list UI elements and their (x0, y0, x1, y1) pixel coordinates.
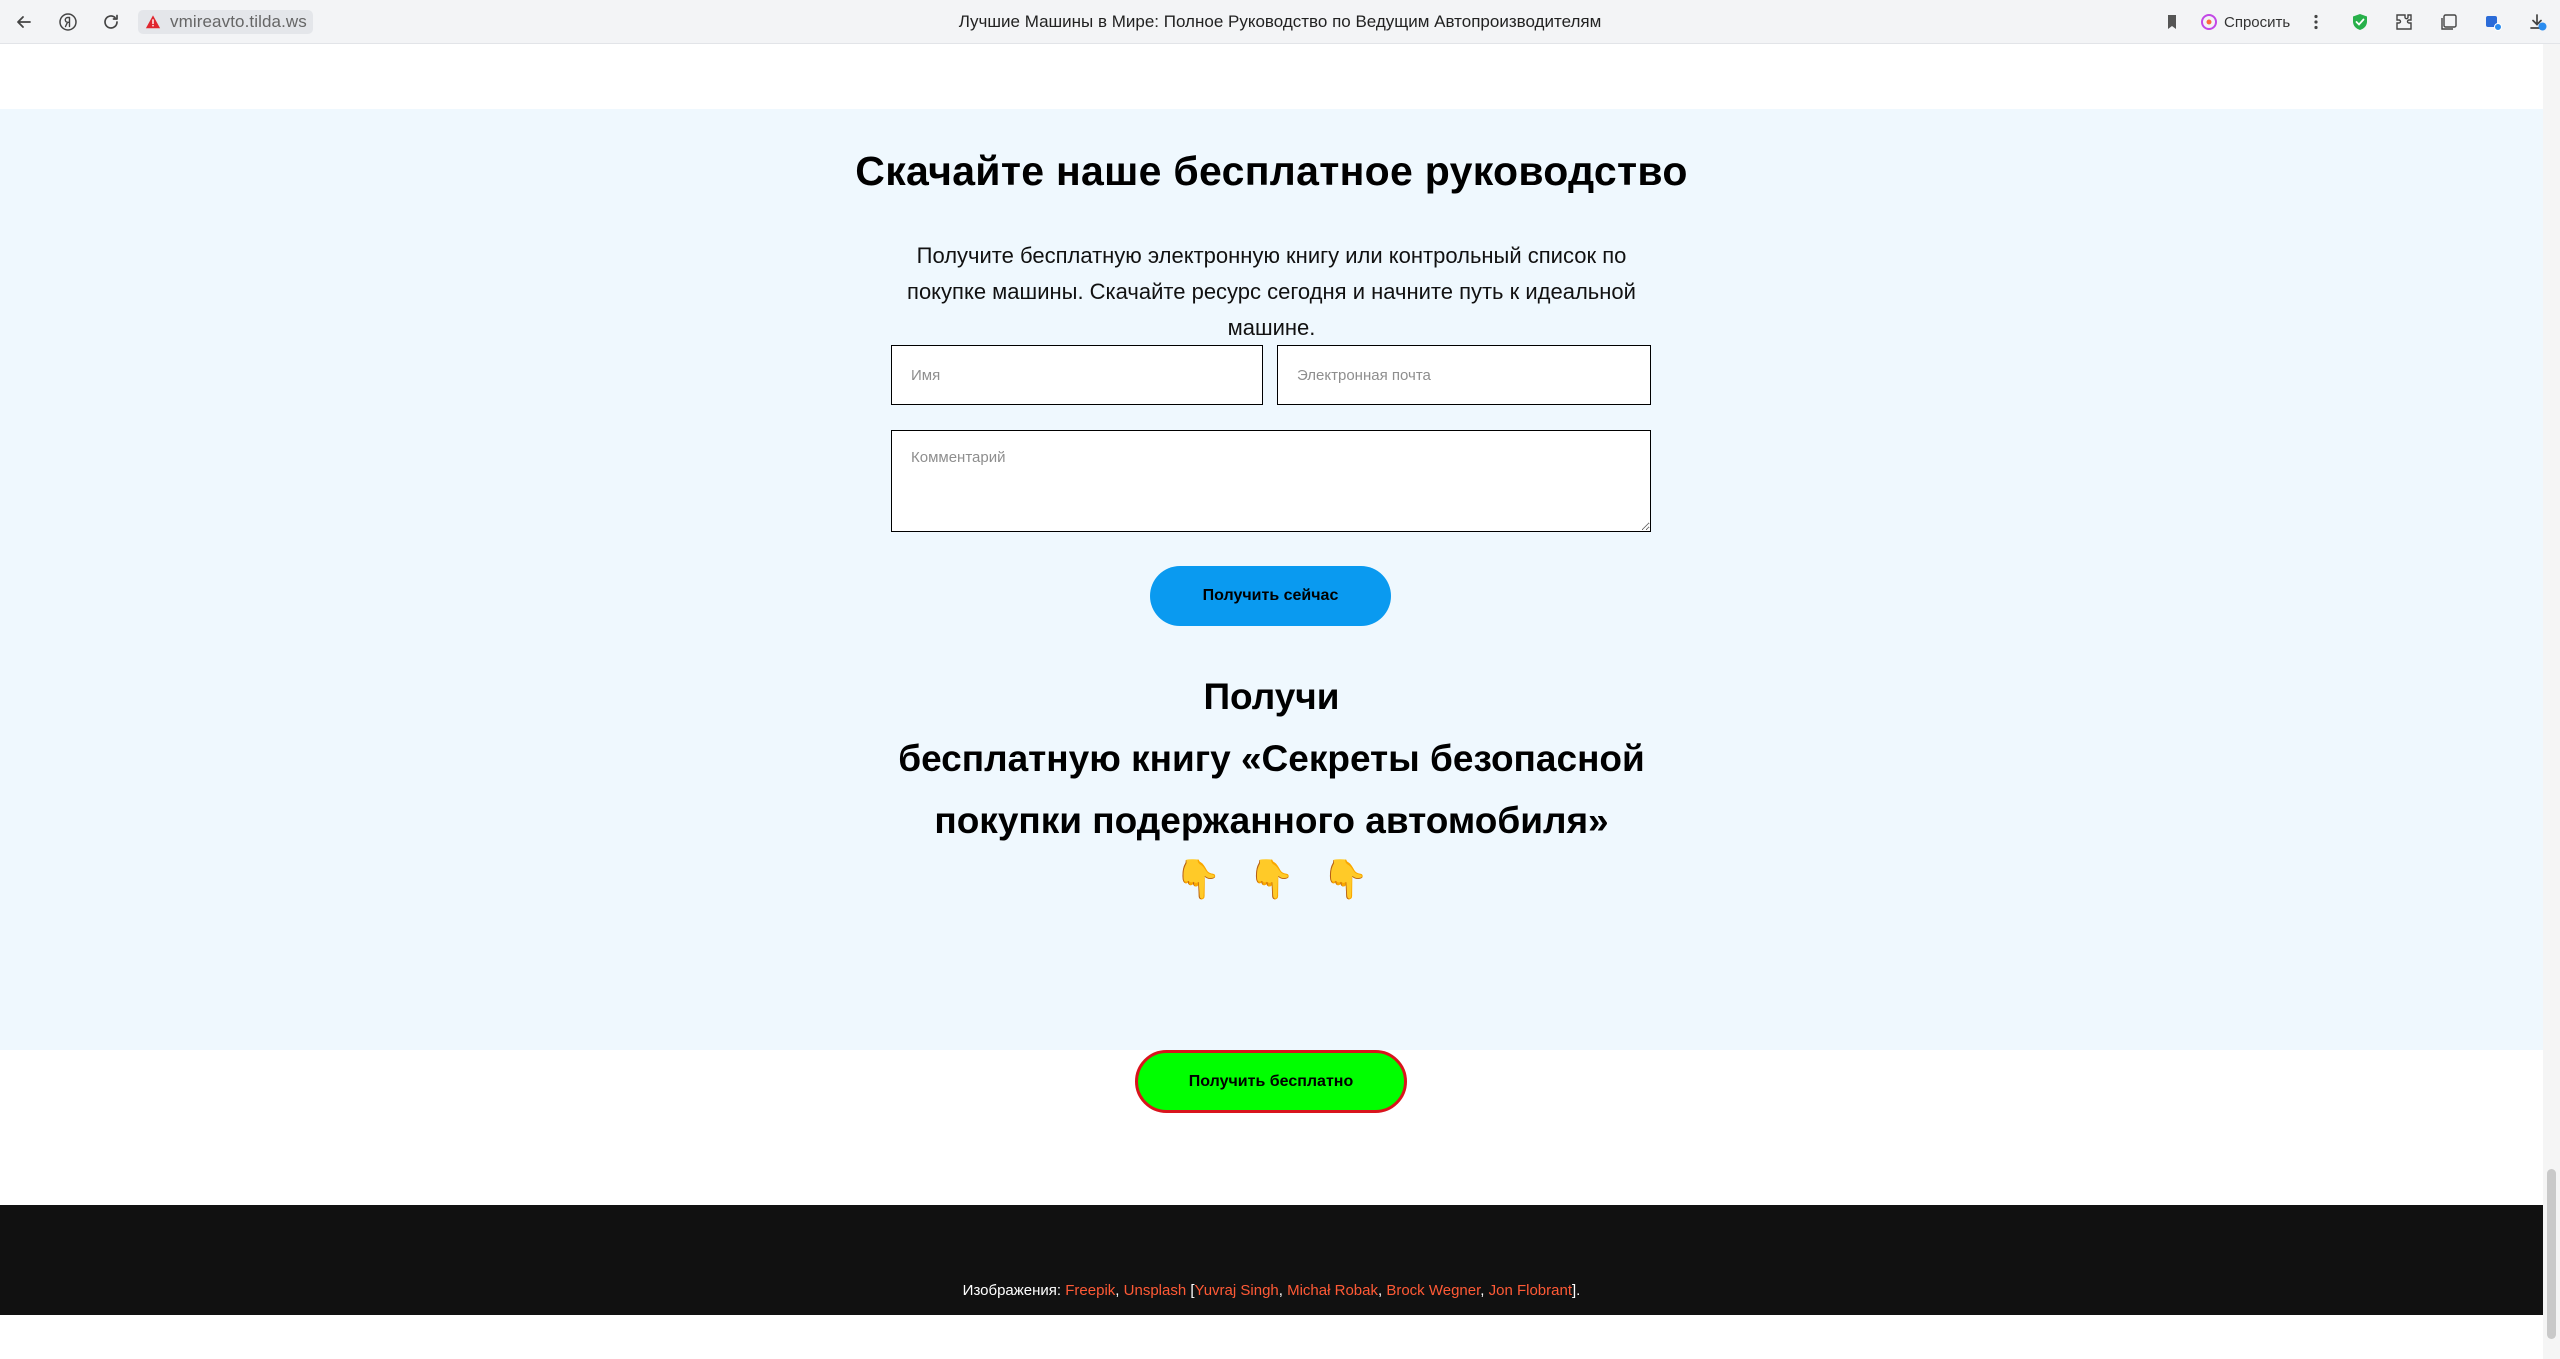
ask-button[interactable]: Спросить (2200, 10, 2290, 34)
browser-toolbar: vmireavto.tilda.ws Лучшие Машины в Мире:… (0, 0, 2560, 44)
email-input[interactable] (1277, 345, 1651, 405)
bookmark-icon[interactable] (2160, 10, 2184, 34)
section-description: Получите бесплатную электронную книгу ил… (907, 243, 1636, 340)
image-credits: Изображения: Freepik, Unsplash [Yuvraj S… (962, 1282, 1581, 1299)
promo-line-2: бесплатную книгу «Секреты безопасной (898, 738, 1645, 779)
collections-icon[interactable] (2437, 10, 2461, 34)
extensions-icon[interactable] (2392, 10, 2416, 34)
credit-link-author[interactable]: Michał Robak (1287, 1282, 1378, 1299)
pointing-down-icon: 👇 (1173, 859, 1222, 901)
scrollbar-thumb[interactable] (2547, 1169, 2556, 1339)
credits-prefix: Изображения: (962, 1282, 1062, 1299)
promo-line-3: покупки подержанного автомобиля» (934, 800, 1609, 841)
downloads-icon[interactable] (2525, 10, 2549, 34)
section-title: Скачайте наше бесплатное руководство (855, 148, 1688, 194)
name-input[interactable] (891, 345, 1263, 405)
credit-link-author[interactable]: Yuvraj Singh (1195, 1282, 1279, 1299)
credit-link-author[interactable]: Brock Wegner (1386, 1282, 1480, 1299)
more-menu-icon[interactable] (2304, 10, 2328, 34)
credit-link-author[interactable]: Jon Flobrant (1489, 1282, 1572, 1299)
page-scrollbar[interactable] (2543, 44, 2560, 1359)
ask-button-label: Спросить (2224, 13, 2291, 31)
get-now-button[interactable]: Получить сейчас (1150, 566, 1391, 626)
credit-link-freepik[interactable]: Freepik (1065, 1282, 1115, 1299)
promo-heading: Получи бесплатную книгу «Секреты безопас… (0, 666, 2543, 852)
pointing-down-icon: 👇 (1321, 859, 1370, 901)
alice-icon (2201, 14, 2217, 30)
promo-line-1: Получи (1203, 676, 1340, 717)
get-free-button[interactable]: Получить бесплатно (1135, 1050, 1407, 1113)
pointing-down-emojis: 👇 👇 👇 (0, 858, 2543, 902)
translate-icon[interactable] (2481, 10, 2505, 34)
credit-link-unsplash[interactable]: Unsplash (1124, 1282, 1187, 1299)
shield-icon[interactable] (2348, 10, 2372, 34)
comment-textarea[interactable] (891, 430, 1651, 532)
pointing-down-icon: 👇 (1247, 859, 1296, 901)
